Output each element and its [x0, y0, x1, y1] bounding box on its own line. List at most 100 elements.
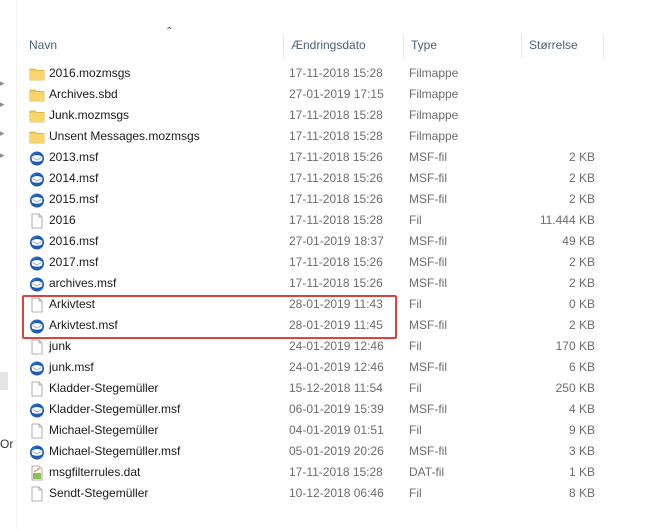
- file-row[interactable]: 2016.mozmsgs 17-11-2018 15:28 Filmappe: [17, 63, 645, 84]
- file-icon: [29, 381, 45, 397]
- file-name: Arkivtest: [49, 297, 96, 311]
- thunderbird-icon: [29, 192, 45, 208]
- column-divider[interactable]: [603, 34, 604, 58]
- file-row[interactable]: archives.msf 17-11-2018 15:26 MSF-fil 2 KB: [17, 273, 645, 294]
- file-date: 05-01-2019 20:26: [289, 444, 384, 458]
- file-row[interactable]: junk.msf 24-01-2019 12:46 MSF-fil 6 KB: [17, 357, 645, 378]
- file-type: Filmappe: [409, 66, 459, 80]
- file-date: 17-11-2018 15:26: [289, 276, 383, 290]
- file-row[interactable]: Michael-Stegemüller 04-01-2019 01:51 Fil 9 …: [17, 420, 645, 441]
- thunderbird-icon: [29, 234, 45, 250]
- file-name: Kladder-Stegemüller.msf: [49, 402, 181, 416]
- file-type: MSF-fil: [409, 255, 447, 269]
- file-type: Fil: [409, 381, 422, 395]
- file-date: 10-12-2018 06:46: [289, 486, 384, 500]
- file-list: 2016.mozmsgs 17-11-2018 15:28 Filmappe Arch…: [17, 63, 645, 504]
- file-row[interactable]: 2017.msf 17-11-2018 15:26 MSF-fil 2 KB: [17, 252, 645, 273]
- nav-item-label[interactable]: Or: [0, 437, 13, 451]
- file-size: 2 KB: [568, 171, 595, 185]
- file-row[interactable]: Arkivtest.msf 28-01-2019 11:45 MSF-fil 2 KB: [17, 315, 645, 336]
- column-header-name[interactable]: Navn: [21, 32, 283, 58]
- file-row[interactable]: 2015.msf 17-11-2018 15:26 MSF-fil 2 KB: [17, 189, 645, 210]
- file-date: 06-01-2019 15:39: [289, 402, 384, 416]
- expand-arrow-icon[interactable]: ▸: [0, 150, 5, 161]
- file-name: Michael-Stegemüller.msf: [49, 444, 181, 458]
- file-date: 24-01-2019 12:46: [289, 360, 384, 374]
- thunderbird-icon: [29, 255, 45, 271]
- file-type: DAT-fil: [409, 465, 445, 479]
- file-icon: [29, 297, 45, 313]
- file-date: 17-11-2018 15:28: [289, 213, 383, 227]
- file-date: 17-11-2018 15:26: [289, 171, 383, 185]
- file-row[interactable]: Sendt-Stegemüller 10-12-2018 06:46 Fil 8 KB: [17, 483, 645, 504]
- expand-arrow-icon[interactable]: ▸: [0, 128, 5, 139]
- file-row[interactable]: Kladder-Stegemüller.msf 06-01-2019 15:39 M…: [17, 399, 645, 420]
- expand-arrow-icon[interactable]: ▸: [0, 99, 5, 110]
- expand-arrow-icon[interactable]: ▸: [0, 78, 5, 89]
- file-name: Michael-Stegemüller: [49, 423, 159, 437]
- file-type: Fil: [409, 339, 422, 353]
- file-type: Filmappe: [409, 87, 459, 101]
- column-header-type[interactable]: Type: [403, 32, 521, 58]
- nav-selected-item[interactable]: [0, 372, 8, 390]
- file-icon: [29, 213, 45, 229]
- file-name: 2015.msf: [49, 192, 99, 206]
- file-icon: [29, 339, 45, 355]
- file-date: 17-11-2018 15:28: [289, 129, 383, 143]
- file-type: Filmappe: [409, 108, 459, 122]
- file-date: 27-01-2019 18:37: [289, 234, 384, 248]
- file-row[interactable]: Michael-Stegemüller.msf 05-01-2019 20:26 M…: [17, 441, 645, 462]
- file-type: MSF-fil: [409, 360, 447, 374]
- file-name: 2014.msf: [49, 171, 99, 185]
- file-type: MSF-fil: [409, 318, 447, 332]
- file-date: 27-01-2019 17:15: [289, 87, 384, 101]
- file-name: Junk.mozmsgs: [49, 108, 130, 122]
- file-row[interactable]: Archives.sbd 27-01-2019 17:15 Filmappe: [17, 84, 645, 105]
- file-size: 2 KB: [568, 255, 595, 269]
- file-row[interactable]: Unsent Messages.mozmsgs 17-11-2018 15:28 F…: [17, 126, 645, 147]
- file-size: 1 KB: [568, 465, 595, 479]
- file-type: MSF-fil: [409, 234, 447, 248]
- file-size: 2 KB: [568, 150, 595, 164]
- file-row[interactable]: 2014.msf 17-11-2018 15:26 MSF-fil 2 KB: [17, 168, 645, 189]
- file-row[interactable]: 2016.msf 27-01-2019 18:37 MSF-fil 49 KB: [17, 231, 645, 252]
- file-date: 17-11-2018 15:28: [289, 108, 383, 122]
- file-date: 04-01-2019 01:51: [289, 423, 384, 437]
- file-size: 2 KB: [568, 318, 595, 332]
- file-date: 15-12-2018 11:54: [289, 381, 383, 395]
- file-row[interactable]: Arkivtest 28-01-2019 11:43 Fil 0 KB: [17, 294, 645, 315]
- column-header-row: ⌃ Navn Ændringsdato Type Størrelse: [17, 26, 645, 58]
- file-date: 17-11-2018 15:26: [289, 192, 383, 206]
- file-type: Fil: [409, 486, 422, 500]
- file-date: 17-11-2018 15:26: [289, 255, 383, 269]
- file-size: 6 KB: [568, 360, 595, 374]
- folder-icon: [29, 66, 45, 82]
- file-row[interactable]: 2016 17-11-2018 15:28 Fil 11.444 KB: [17, 210, 645, 231]
- file-icon: [29, 486, 45, 502]
- file-row[interactable]: Kladder-Stegemüller 15-12-2018 11:54 Fil 25…: [17, 378, 645, 399]
- column-header-date[interactable]: Ændringsdato: [283, 32, 403, 58]
- file-name: Arkivtest.msf: [49, 318, 118, 332]
- file-type: MSF-fil: [409, 171, 447, 185]
- file-icon: [29, 423, 45, 439]
- column-header-size[interactable]: Størrelse: [521, 32, 603, 58]
- file-size: 8 KB: [568, 486, 595, 500]
- file-row[interactable]: junk 24-01-2019 12:46 Fil 170 KB: [17, 336, 645, 357]
- file-size: 49 KB: [562, 234, 595, 248]
- file-date: 28-01-2019 11:45: [289, 318, 383, 332]
- file-name: 2016: [49, 213, 76, 227]
- folder-icon: [29, 129, 45, 145]
- folder-icon: [29, 87, 45, 103]
- file-row[interactable]: Junk.mozmsgs 17-11-2018 15:28 Filmappe: [17, 105, 645, 126]
- file-type: Filmappe: [409, 129, 459, 143]
- file-name: 2016.mozmsgs: [49, 66, 131, 80]
- file-row[interactable]: msgfilterrules.dat 17-11-2018 15:28 DAT-fi…: [17, 462, 645, 483]
- thunderbird-icon: [29, 318, 45, 334]
- thunderbird-icon: [29, 360, 45, 376]
- file-size: 3 KB: [568, 444, 595, 458]
- file-type: MSF-fil: [409, 192, 447, 206]
- thunderbird-icon: [29, 402, 45, 418]
- file-date: 17-11-2018 15:26: [289, 150, 383, 164]
- file-row[interactable]: 2013.msf 17-11-2018 15:26 MSF-fil 2 KB: [17, 147, 645, 168]
- file-name: Kladder-Stegemüller: [49, 381, 159, 395]
